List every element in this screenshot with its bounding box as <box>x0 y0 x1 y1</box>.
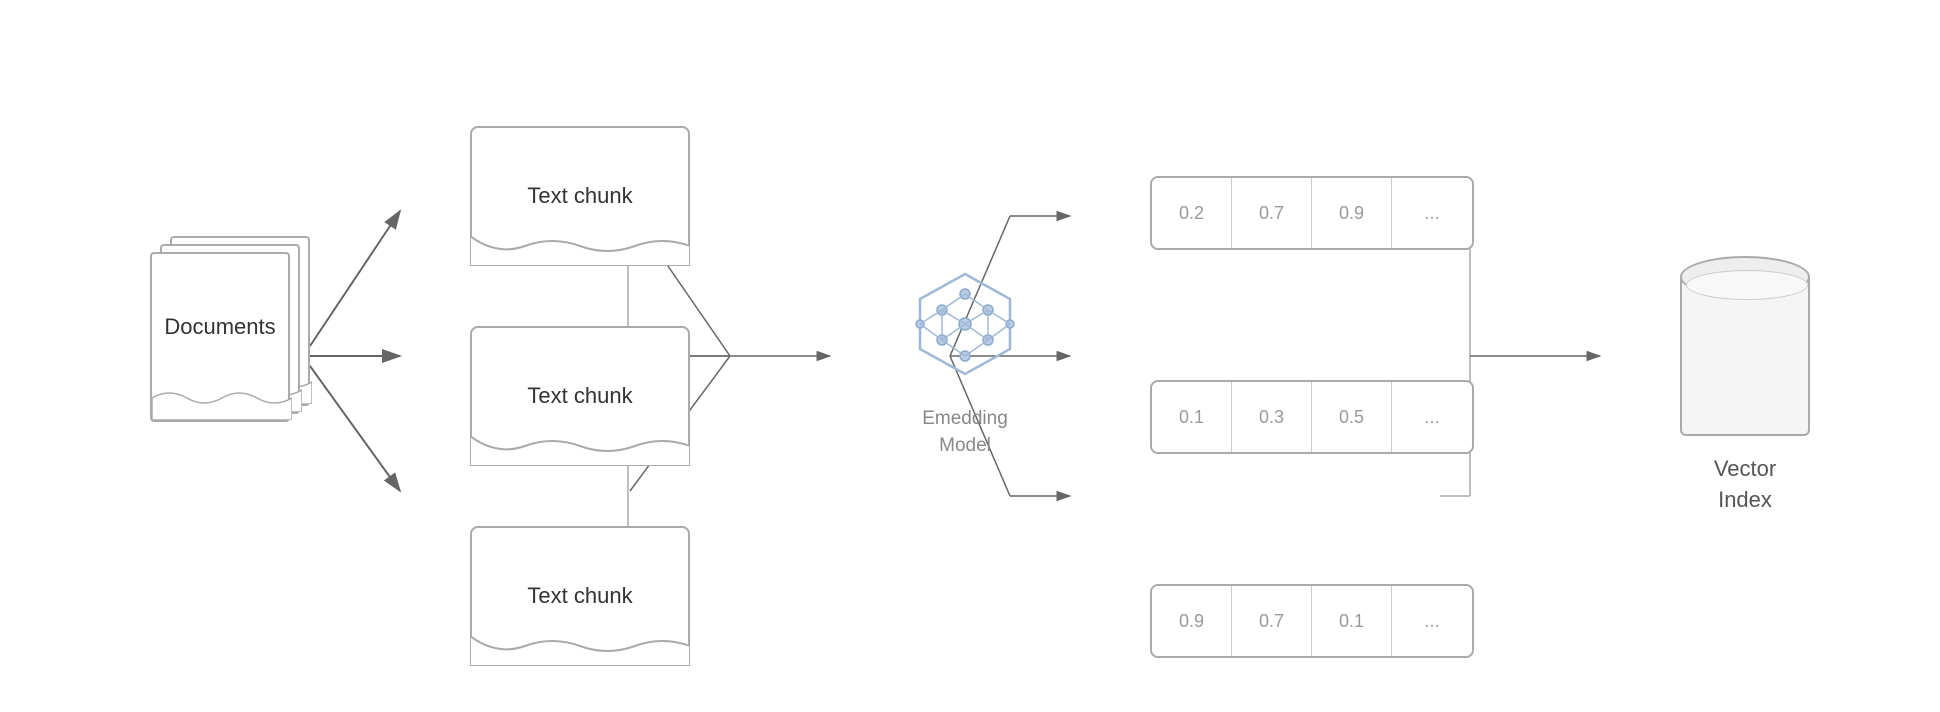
cylinder-top <box>1680 256 1810 298</box>
vector-3-cell-2: 0.7 <box>1232 586 1312 656</box>
vector-2-cell-1: 0.1 <box>1152 382 1232 452</box>
documents-group: Documents <box>130 236 330 436</box>
vector-row-1: 0.2 0.7 0.9 ... <box>1150 176 1474 250</box>
diagram: Documents Text chunk Text chunk Text chu… <box>70 36 1870 676</box>
document-stack: Documents <box>150 236 310 436</box>
vector-index-label: Vector Index <box>1714 454 1776 516</box>
vector-2-cell-3: 0.5 <box>1312 382 1392 452</box>
cylinder-body <box>1680 276 1810 436</box>
cylinder-top-inner <box>1686 270 1808 300</box>
vector-2-cell-2: 0.3 <box>1232 382 1312 452</box>
text-chunk-2: Text chunk <box>470 326 690 466</box>
text-chunks-group: Text chunk Text chunk Text chunk <box>470 126 690 666</box>
vector-2-cell-4: ... <box>1392 382 1472 452</box>
chunk-1-label: Text chunk <box>527 183 632 209</box>
vectors-group: 0.2 0.7 0.9 ... 0.1 0.3 0.5 ... 0.9 0.7 … <box>1150 176 1474 658</box>
brain-icon <box>900 266 1030 396</box>
vector-1-cell-1: 0.2 <box>1152 178 1232 248</box>
vector-1-cell-3: 0.9 <box>1312 178 1392 248</box>
vector-3-cell-4: ... <box>1392 586 1472 656</box>
text-chunk-3: Text chunk <box>470 526 690 666</box>
vector-row-3: 0.9 0.7 0.1 ... <box>1150 584 1474 658</box>
vector-3-cell-3: 0.1 <box>1312 586 1392 656</box>
doc-page-front: Documents <box>150 252 290 422</box>
vector-3-cell-1: 0.9 <box>1152 586 1232 656</box>
chunk-3-label: Text chunk <box>527 583 632 609</box>
vector-row-2: 0.1 0.3 0.5 ... <box>1150 380 1474 454</box>
vector-index-group: Vector Index <box>1680 256 1810 516</box>
embedding-label: Emedding Model <box>922 406 1008 459</box>
cylinder-icon <box>1680 256 1810 436</box>
embedding-model-group: Emedding Model <box>900 266 1030 459</box>
text-chunk-1: Text chunk <box>470 126 690 266</box>
vector-1-cell-2: 0.7 <box>1232 178 1312 248</box>
documents-label: Documents <box>164 314 275 340</box>
vector-1-cell-4: ... <box>1392 178 1472 248</box>
chunk-2-label: Text chunk <box>527 383 632 409</box>
